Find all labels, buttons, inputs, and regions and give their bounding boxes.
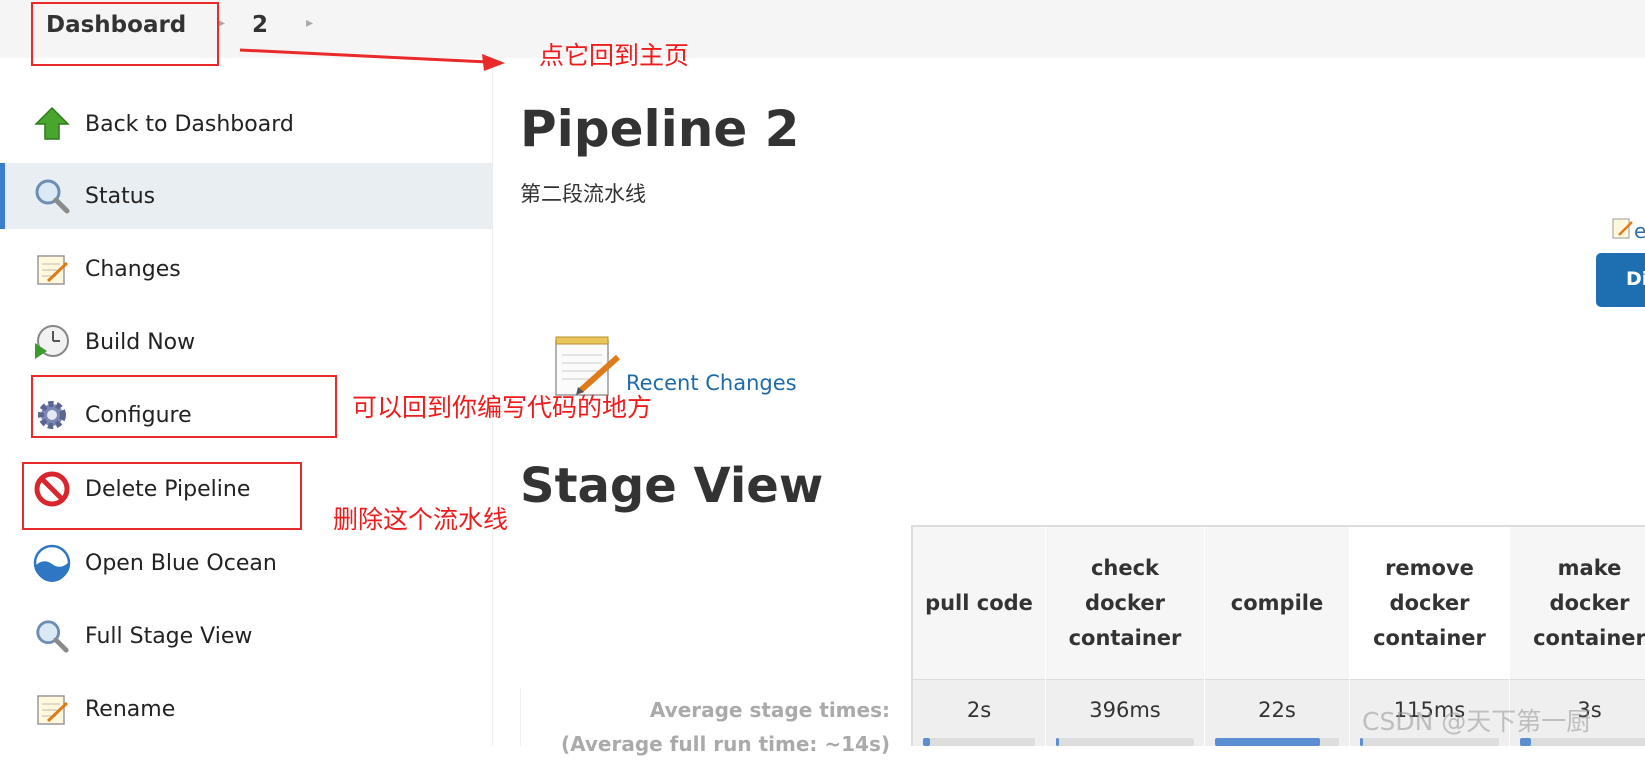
edit-description-label: e: [1634, 218, 1645, 243]
sidebar-item-full-stage-view[interactable]: Full Stage View: [0, 603, 493, 669]
magnifier-icon: [33, 617, 71, 655]
page-title: Pipeline 2: [520, 100, 800, 158]
stage-progress-fill: [1056, 738, 1059, 746]
sidebar-item-label: Open Blue Ocean: [85, 550, 277, 576]
stage-name: compile: [1205, 527, 1349, 679]
stage-name: remove docker container: [1350, 527, 1509, 679]
notepad-icon: [33, 690, 71, 728]
stage-view-heading: Stage View: [520, 458, 824, 514]
stage-progress-bar: [923, 738, 1035, 746]
stage-column: pull code 2s: [913, 527, 1046, 746]
sidebar-item-rename[interactable]: Rename: [0, 676, 493, 742]
average-stage-times-label: Average stage times:: [649, 698, 890, 722]
average-full-run-label: (Average full run time: ~14s): [560, 732, 890, 756]
magnifier-icon: [33, 177, 71, 215]
stage-column: compile 22s: [1205, 527, 1350, 746]
annotation-box-configure: [31, 375, 337, 438]
sidebar-item-label: Back to Dashboard: [85, 111, 294, 137]
sidebar-item-label: Full Stage View: [85, 623, 253, 649]
sidebar-item-build-now[interactable]: Build Now: [0, 309, 493, 375]
annotation-configure-note: 可以回到你编写代码的地方: [352, 393, 653, 422]
annotation-box-delete: [22, 462, 302, 530]
sidebar-item-label: Rename: [85, 696, 176, 722]
stage-column: check docker container 396ms: [1046, 527, 1205, 746]
sidebar-item-label: Changes: [85, 256, 181, 282]
annotation-home-note: 点它回到主页: [539, 41, 690, 70]
stage-name: pull code: [913, 527, 1045, 679]
stage-progress-fill: [1215, 738, 1321, 746]
stage-progress-fill: [1360, 738, 1363, 746]
sidebar-item-status[interactable]: Status: [0, 163, 493, 229]
sidebar-item-changes[interactable]: Changes: [0, 236, 493, 302]
blue-ocean-icon: [33, 544, 71, 582]
stage-average-time[interactable]: 2s: [913, 679, 1045, 746]
sidebar-item-label: Status: [85, 183, 156, 209]
stage-name: make docker container: [1510, 527, 1645, 679]
stage-average-time[interactable]: 396ms: [1046, 679, 1204, 746]
edit-icon: [1612, 216, 1634, 245]
stage-progress-bar: [1520, 738, 1645, 746]
average-times-label: Average stage times: (Average full run t…: [560, 693, 890, 761]
disable-project-button[interactable]: Di: [1596, 253, 1645, 307]
sidebar-item-label: Build Now: [85, 329, 196, 355]
stage-progress-bar: [1215, 738, 1339, 746]
stage-time-label: 2s: [966, 698, 992, 722]
pipeline-description: 第二段流水线: [520, 182, 646, 206]
notepad-icon: [33, 250, 71, 288]
stage-average-time[interactable]: 22s: [1205, 679, 1349, 746]
stage-progress-bar: [1360, 738, 1499, 746]
clock-play-icon: [33, 323, 71, 361]
stage-time-label: 22s: [1258, 698, 1296, 722]
watermark: CSDN @天下第一厨: [1362, 707, 1592, 736]
stage-name: check docker container: [1046, 527, 1204, 679]
sidebar-item-open-blue-ocean[interactable]: Open Blue Ocean: [0, 530, 493, 596]
up-arrow-icon: [33, 105, 71, 143]
edit-description-link[interactable]: e: [1612, 216, 1645, 245]
annotation-arrow: [239, 48, 505, 71]
stage-progress-fill: [1520, 738, 1532, 746]
sidebar-item-back-to-dashboard[interactable]: Back to Dashboard: [0, 91, 493, 157]
stage-time-label: 396ms: [1089, 698, 1161, 722]
stage-progress-bar: [1056, 738, 1194, 746]
stage-progress-fill: [923, 738, 930, 746]
annotation-delete-note: 删除这个流水线: [333, 505, 509, 534]
